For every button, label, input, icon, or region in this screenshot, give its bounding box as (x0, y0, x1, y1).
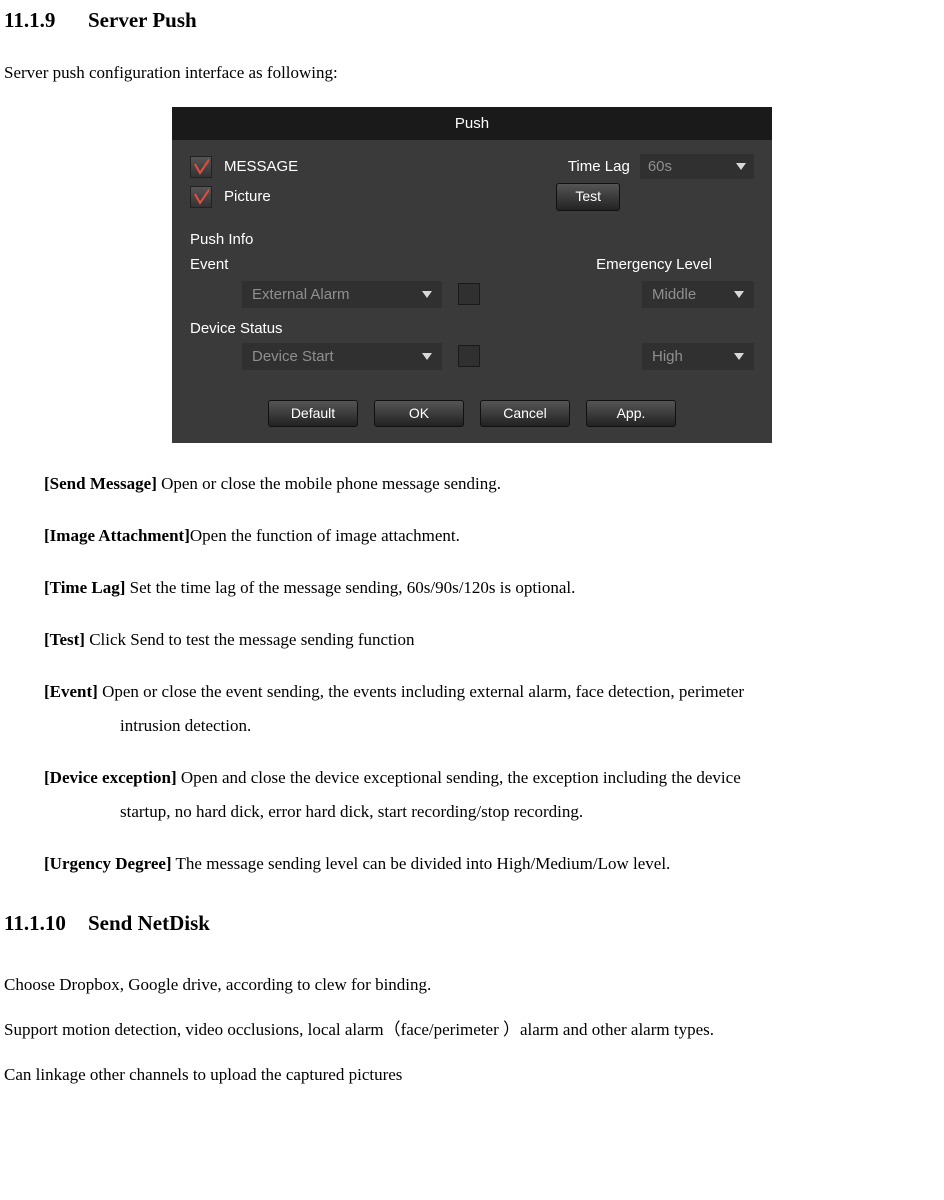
intro-text: Server push configuration interface as f… (4, 61, 940, 85)
picture-label: Picture (224, 186, 394, 207)
emergency-header: Emergency Level (596, 254, 754, 275)
device-status-label: Device Status (190, 318, 754, 339)
device-status-select[interactable]: Device Start (242, 343, 442, 370)
netdisk-p3: Can linkage other channels to upload the… (4, 1055, 940, 1094)
default-button[interactable]: Default (268, 400, 358, 428)
device-enable-checkbox[interactable] (458, 345, 480, 367)
term: [Test] (44, 630, 85, 649)
section-title: Send NetDisk (88, 911, 210, 935)
dialog-body: MESSAGE Time Lag 60s Picture Test (172, 140, 772, 443)
event-level-select[interactable]: Middle (642, 281, 754, 308)
heading-server-push: 11.1.9Server Push (4, 6, 940, 35)
term-text: Set the time lag of the message sending,… (125, 578, 575, 597)
section-title: Server Push (88, 8, 197, 32)
section-number: 11.1.9 (4, 6, 88, 35)
term-text: Open and close the device exceptional se… (177, 768, 741, 787)
event-level-value: Middle (652, 284, 696, 305)
term-text: The message sending level can be divided… (172, 854, 671, 873)
time-lag-label: Time Lag (568, 156, 630, 177)
netdisk-p2: Support motion detection, video occlusio… (4, 1010, 940, 1049)
dropdown-icon (734, 353, 744, 360)
ok-button[interactable]: OK (374, 400, 464, 428)
term: [Urgency Degree] (44, 854, 172, 873)
term: [Event] (44, 682, 98, 701)
check-icon (193, 189, 209, 205)
term-text: Open or close the event sending, the eve… (98, 682, 744, 701)
test-button[interactable]: Test (556, 183, 620, 211)
term: [Time Lag] (44, 578, 125, 597)
cancel-button[interactable]: Cancel (480, 400, 570, 428)
event-type-value: External Alarm (252, 284, 350, 305)
time-lag-select[interactable]: 60s (640, 154, 754, 179)
message-checkbox[interactable] (190, 156, 212, 178)
term-text: Open or close the mobile phone message s… (157, 474, 501, 493)
term-cont: intrusion detection. (44, 709, 940, 743)
term: [Device exception] (44, 768, 177, 787)
heading-send-netdisk: 11.1.10Send NetDisk (4, 909, 940, 938)
push-info-label: Push Info (190, 229, 754, 250)
term: [Send Message] (44, 474, 157, 493)
def-send-message: [Send Message] Open or close the mobile … (44, 467, 940, 501)
device-status-value: Device Start (252, 346, 334, 367)
definition-list: [Send Message] Open or close the mobile … (4, 467, 940, 881)
device-level-value: High (652, 346, 683, 367)
event-header: Event (190, 254, 490, 275)
dialog-figure: Push MESSAGE Time Lag 60s (4, 107, 940, 443)
event-enable-checkbox[interactable] (458, 283, 480, 305)
dropdown-icon (422, 353, 432, 360)
def-urgency-degree: [Urgency Degree] The message sending lev… (44, 847, 940, 881)
dropdown-icon (422, 291, 432, 298)
dialog-title: Push (172, 107, 772, 140)
def-device-exception: [Device exception] Open and close the de… (44, 761, 940, 829)
time-lag-value: 60s (648, 156, 672, 177)
def-event: [Event] Open or close the event sending,… (44, 675, 940, 743)
term-cont: startup, no hard dick, error hard dick, … (44, 795, 940, 829)
def-time-lag: [Time Lag] Set the time lag of the messa… (44, 571, 940, 605)
dropdown-icon (734, 291, 744, 298)
app-button[interactable]: App. (586, 400, 676, 428)
term-text: Click Send to test the message sending f… (85, 630, 415, 649)
message-label: MESSAGE (224, 156, 394, 177)
picture-checkbox[interactable] (190, 186, 212, 208)
term: [Image Attachment] (44, 526, 190, 545)
section-number: 11.1.10 (4, 909, 88, 938)
push-dialog: Push MESSAGE Time Lag 60s (172, 107, 772, 443)
def-image-attachment: [Image Attachment]Open the function of i… (44, 519, 940, 553)
event-type-select[interactable]: External Alarm (242, 281, 442, 308)
def-test: [Test] Click Send to test the message se… (44, 623, 940, 657)
term-text: Open the function of image attachment. (190, 526, 460, 545)
device-level-select[interactable]: High (642, 343, 754, 370)
netdisk-p1: Choose Dropbox, Google drive, according … (4, 965, 940, 1004)
check-icon (193, 159, 209, 175)
dropdown-icon (736, 163, 746, 170)
